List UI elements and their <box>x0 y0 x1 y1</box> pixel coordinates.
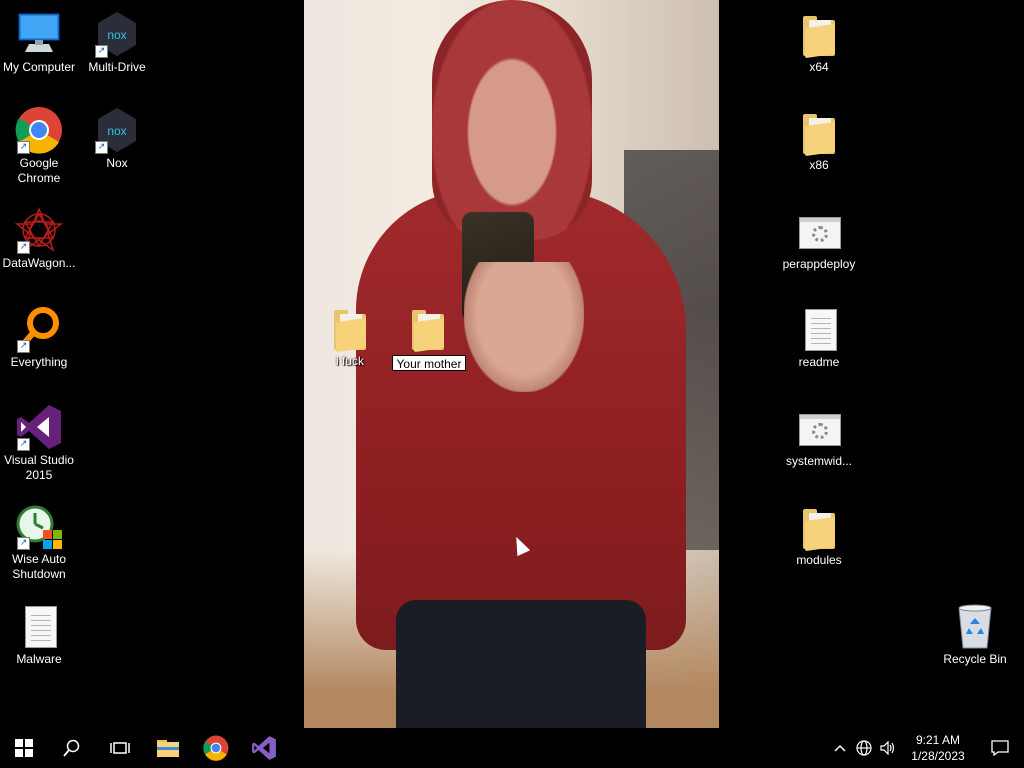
shortcut-arrow-icon: ↗ <box>17 141 30 154</box>
folder-icon <box>795 10 843 59</box>
shortcut-arrow-icon: ↗ <box>95 141 108 154</box>
start-button[interactable] <box>0 728 48 768</box>
desktop-icon-nox[interactable]: nox ↗ Nox <box>79 106 155 171</box>
svg-text:nox: nox <box>107 28 126 42</box>
desktop-icon-readme[interactable]: readme <box>781 305 857 370</box>
shortcut-arrow-icon: ↗ <box>95 45 108 58</box>
volume-icon[interactable] <box>876 728 900 768</box>
desktop-icon-visual-studio[interactable]: ↗ Visual Studio 2015 <box>1 403 77 483</box>
show-hidden-icons-chevron-icon[interactable] <box>828 728 852 768</box>
desktop-icon-systemwide[interactable]: systemwid... <box>781 404 857 469</box>
desktop-icon-my-computer[interactable]: My Computer <box>1 10 77 75</box>
desktop-icon-google-chrome[interactable]: ↗ Google Chrome <box>1 106 77 186</box>
desktop-icon-recycle-bin[interactable]: Recycle Bin <box>937 602 1013 667</box>
shortcut-arrow-icon: ↗ <box>17 241 30 254</box>
notification-icon <box>991 740 1009 756</box>
folder-icon <box>795 503 843 552</box>
windows-logo-icon <box>15 739 33 757</box>
file-explorer-button[interactable] <box>144 728 192 768</box>
shortcut-arrow-icon: ↗ <box>17 438 30 451</box>
file-explorer-icon <box>157 740 179 757</box>
recycle-bin-icon <box>951 602 999 650</box>
wise-auto-shutdown-icon: ↗ <box>15 502 63 550</box>
desktop-icon-x64[interactable]: x64 <box>781 10 857 75</box>
clock-date: 1/28/2023 <box>911 749 965 763</box>
desktop-icon-malware[interactable]: Malware <box>1 602 77 667</box>
datawagon-icon: ↗ <box>14 206 64 254</box>
system-tray: 9:21 AM 1/28/2023 <box>828 728 1024 768</box>
desktop-icon-folder-2[interactable] <box>390 304 466 354</box>
document-icon <box>15 602 63 650</box>
network-globe-icon[interactable] <box>852 728 876 768</box>
config-file-icon <box>795 207 843 255</box>
clock-time: 9:21 AM <box>915 733 961 747</box>
shortcut-arrow-icon: ↗ <box>17 537 30 550</box>
task-view-button[interactable] <box>96 728 144 768</box>
chrome-icon: ↗ <box>15 106 63 154</box>
desktop-icon-everything[interactable]: ↗ Everything <box>1 305 77 370</box>
folder-icon <box>326 304 374 353</box>
desktop-icon-multi-drive[interactable]: nox ↗ Multi-Drive <box>79 10 155 75</box>
folder-icon <box>404 304 452 353</box>
desktop-icon-x86[interactable]: x86 <box>781 108 857 173</box>
visual-studio-icon: ↗ <box>15 403 63 451</box>
desktop-icon-perappdeploy[interactable]: perappdeploy <box>781 207 857 272</box>
computer-icon <box>15 10 63 58</box>
wallpaper-hand <box>464 262 584 392</box>
chrome-icon <box>203 735 229 761</box>
everything-icon: ↗ <box>15 305 63 353</box>
visual-studio-taskbar-button[interactable] <box>240 728 288 768</box>
clock[interactable]: 9:21 AM 1/28/2023 <box>900 732 976 764</box>
nox-icon: nox ↗ <box>93 10 141 58</box>
task-view-icon <box>110 742 130 754</box>
desktop-icon-modules[interactable]: modules <box>781 503 857 568</box>
nox-icon: nox ↗ <box>93 106 141 154</box>
svg-text:nox: nox <box>107 124 126 138</box>
rename-input[interactable]: Your mother <box>392 355 466 371</box>
action-center-button[interactable] <box>976 728 1024 768</box>
config-file-icon <box>795 404 843 452</box>
visual-studio-icon <box>252 736 276 760</box>
shortcut-arrow-icon: ↗ <box>17 340 30 353</box>
wallpaper-person-head <box>432 0 592 240</box>
taskbar: 9:21 AM 1/28/2023 <box>0 728 1024 768</box>
document-icon <box>795 305 843 353</box>
wallpaper-legs <box>396 600 646 728</box>
chrome-taskbar-button[interactable] <box>192 728 240 768</box>
desktop-icon-wise-auto-shutdown[interactable]: ↗ Wise Auto Shutdown <box>1 502 77 582</box>
folder-icon <box>795 108 843 157</box>
search-icon <box>63 739 80 757</box>
search-button[interactable] <box>48 728 96 768</box>
desktop-icon-folder-1[interactable]: i fuck <box>312 304 388 369</box>
desktop-icon-datawagon[interactable]: ↗ DataWagon... <box>1 206 77 271</box>
